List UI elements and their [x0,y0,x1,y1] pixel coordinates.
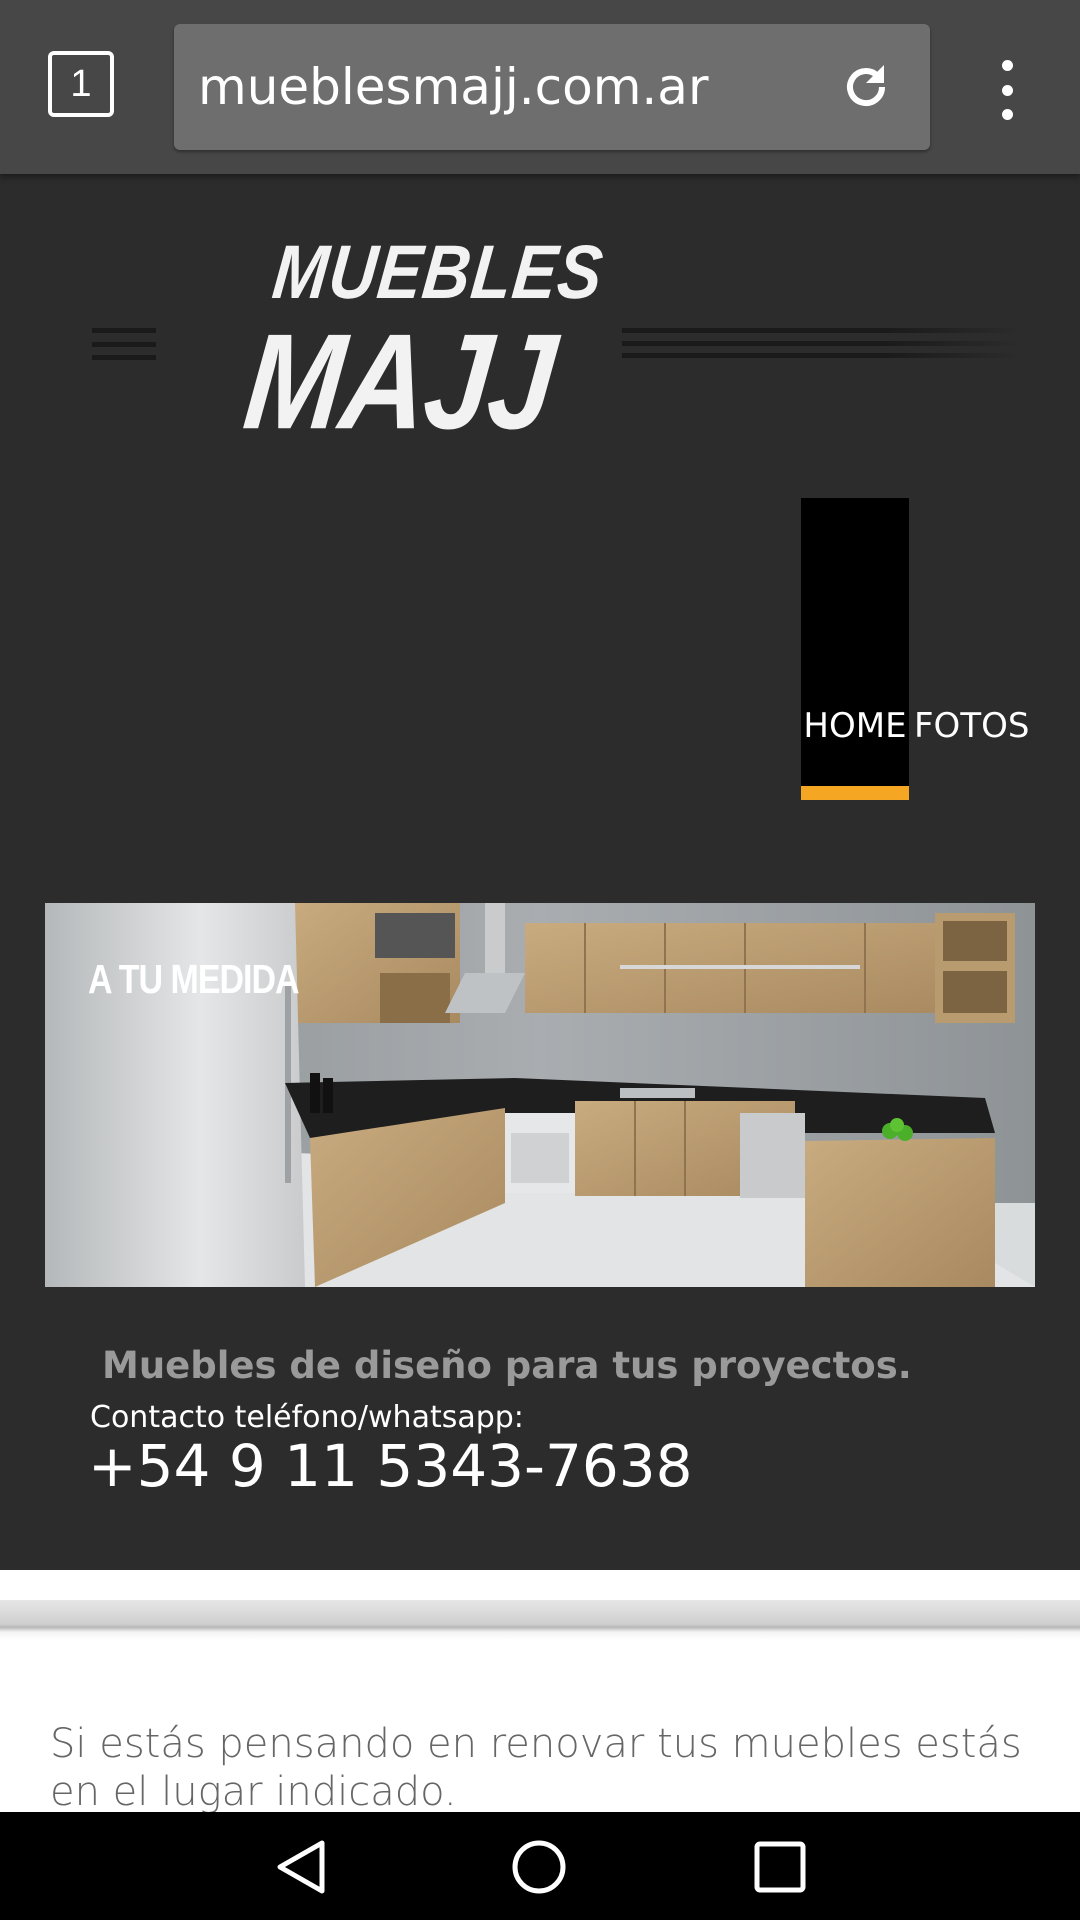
section-divider [0,1600,1080,1640]
phone-number[interactable]: +54 9 11 5343-7638 [88,1432,693,1500]
reload-icon[interactable] [840,61,892,113]
logo-line-2: MAJJ [237,306,561,459]
intro-paragraph: Si estás pensando en renovar tus muebles… [50,1721,1022,1812]
header-decoration-lines [622,328,1022,358]
recents-square-icon[interactable] [752,1839,808,1895]
back-triangle-icon[interactable] [272,1839,328,1895]
nav-item-home-label: HOME [803,706,907,746]
nav-item-fotos[interactable]: FOTOS [914,706,1029,746]
logo-line-1: MUEBLES [268,229,608,315]
hero-caption: A TU MEDIDA [88,957,300,1003]
url-text[interactable]: mueblesmajj.com.ar [198,24,709,150]
contact-label: Contacto teléfono/whatsapp: [90,1400,524,1435]
nav-active-indicator [801,786,909,800]
hero-section: A TU MEDIDA Muebles de diseño para tus p… [0,858,1080,1570]
content-section: Si estás pensando en renovar tus muebles… [0,1570,1080,1812]
nav-item-home[interactable]: HOME [801,498,909,800]
system-nav-bar [0,1812,1080,1920]
site-logo[interactable]: MUEBLES MAJJ [238,228,608,458]
address-bar[interactable]: mueblesmajj.com.ar [174,24,930,150]
hamburger-icon[interactable] [92,328,156,360]
browser-toolbar: 1 mueblesmajj.com.ar [0,0,1080,174]
tagline: Muebles de diseño para tus proyectos. [102,1344,912,1387]
more-vert-icon[interactable] [992,60,1022,120]
home-circle-icon[interactable] [511,1839,567,1895]
kitchen-hero-image: A TU MEDIDA [45,903,1035,1287]
tab-switcher-button[interactable]: 1 [48,51,114,117]
